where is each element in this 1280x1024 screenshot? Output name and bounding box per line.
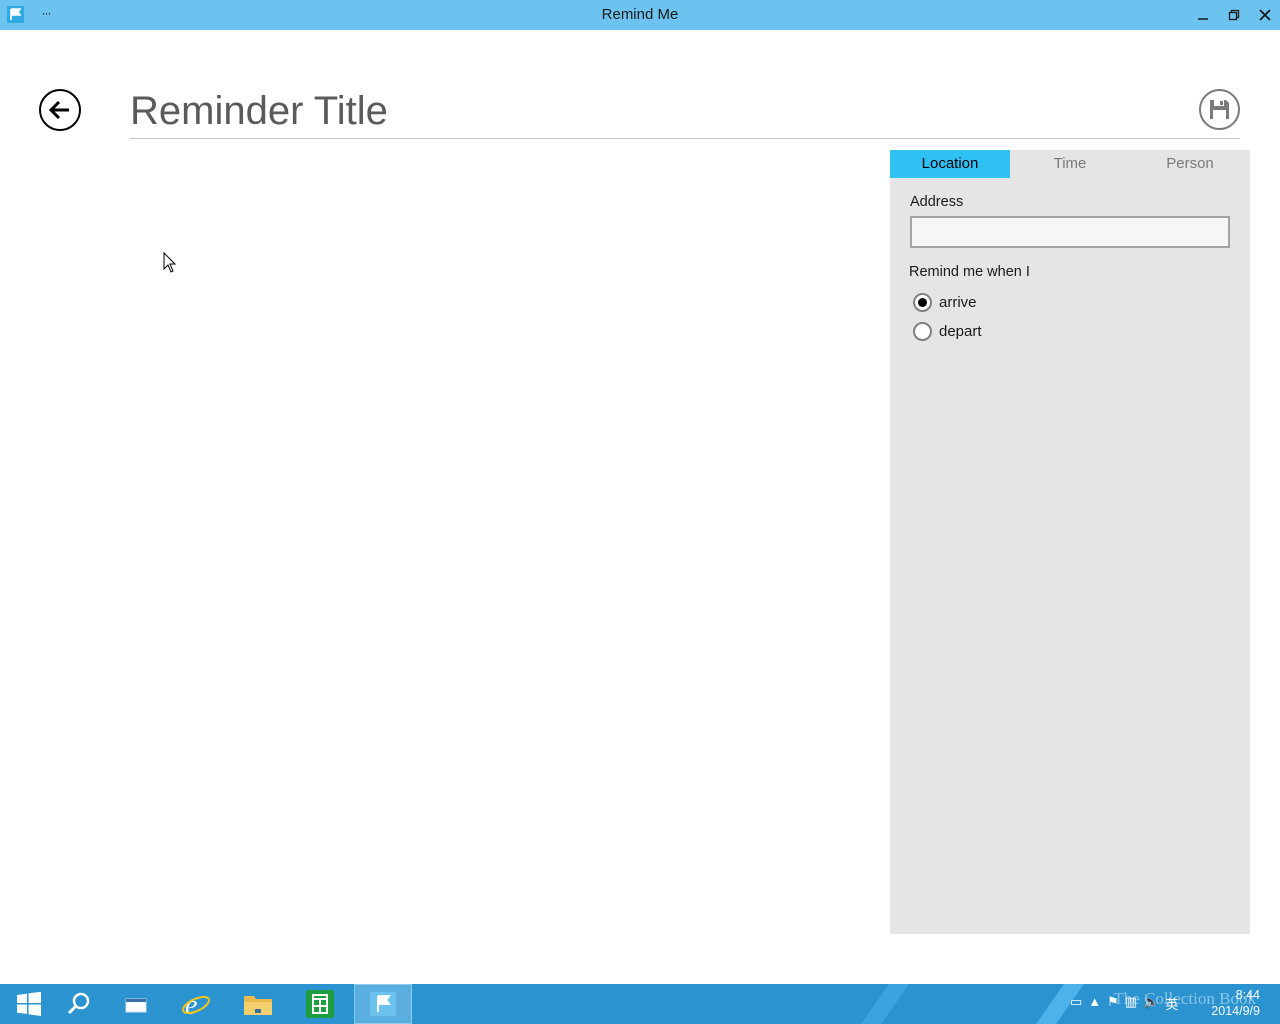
remind-when-label: Remind me when I (909, 264, 1030, 280)
ime-indicator[interactable]: 英 (1165, 994, 1178, 1013)
minimize-button[interactable] (1188, 0, 1218, 30)
internet-explorer-button[interactable]: e (167, 984, 225, 1024)
arrive-option[interactable]: arrive (913, 290, 977, 314)
reminder-type-tabs: Location Time Person (890, 150, 1250, 178)
address-input[interactable] (910, 216, 1230, 248)
keyboard-icon[interactable]: ▭ (1070, 994, 1082, 1013)
clock-time: 8:44 (1235, 988, 1260, 1002)
action-center-flag-icon[interactable]: ⚑ (1107, 994, 1119, 1013)
depart-radio[interactable] (913, 321, 932, 341)
mouse-cursor-icon (163, 251, 177, 279)
store-icon (306, 990, 334, 1018)
arrive-radio[interactable] (913, 292, 932, 312)
tab-location[interactable]: Location (890, 150, 1010, 178)
search-icon (67, 992, 90, 1015)
show-hidden-icons-icon[interactable]: ▲ (1088, 994, 1101, 1013)
minimize-icon (1198, 18, 1208, 20)
task-view-button[interactable] (108, 984, 166, 1024)
store-button[interactable] (291, 984, 349, 1024)
back-button[interactable] (39, 89, 81, 131)
depart-label: depart (939, 322, 982, 340)
taskbar: e The Collection Book ▭ ▲ ⚑ ▥ 🔈 英 8:44 2… (0, 984, 1280, 1024)
clock-date: 2014/9/9 (1211, 1004, 1260, 1018)
volume-icon[interactable]: 🔈 (1143, 994, 1159, 1013)
file-explorer-button[interactable] (229, 984, 287, 1024)
restore-button[interactable] (1219, 0, 1249, 30)
search-button[interactable] (50, 984, 108, 1024)
file-explorer-icon (244, 996, 272, 1015)
depart-option[interactable]: depart (913, 319, 982, 343)
reminder-options-panel: Location Time Person Address Remind me w… (890, 150, 1250, 934)
title-bar: ··· Remind Me (0, 0, 1280, 30)
start-icon (17, 991, 41, 1016)
remind-me-taskbar-button[interactable] (354, 984, 412, 1024)
close-button[interactable] (1250, 0, 1280, 30)
save-disk-icon (1210, 100, 1229, 119)
network-icon[interactable]: ▥ (1125, 994, 1137, 1013)
internet-explorer-icon: e (182, 990, 210, 1019)
save-button[interactable] (1199, 89, 1240, 130)
restore-icon (1228, 9, 1240, 21)
address-label: Address (910, 194, 964, 210)
window-title: Remind Me (601, 6, 679, 23)
back-arrow-icon (48, 100, 69, 120)
close-icon (1259, 9, 1271, 21)
taskbar-stripe (860, 984, 910, 1024)
tab-person[interactable]: Person (1130, 150, 1250, 178)
arrive-label: arrive (939, 293, 977, 311)
system-tray: The Collection Book ▭ ▲ ⚑ ▥ 🔈 英 8:44 201… (1020, 984, 1280, 1024)
reminder-title-input[interactable]: Reminder Title (130, 84, 1240, 139)
tray-icons: ▭ ▲ ⚑ ▥ 🔈 英 (1070, 994, 1178, 1013)
tab-time[interactable]: Time (1010, 150, 1130, 178)
task-view-icon (125, 998, 147, 1013)
clock[interactable]: 8:44 2014/9/9 (1211, 987, 1260, 1019)
remind-me-app-icon (370, 992, 396, 1016)
